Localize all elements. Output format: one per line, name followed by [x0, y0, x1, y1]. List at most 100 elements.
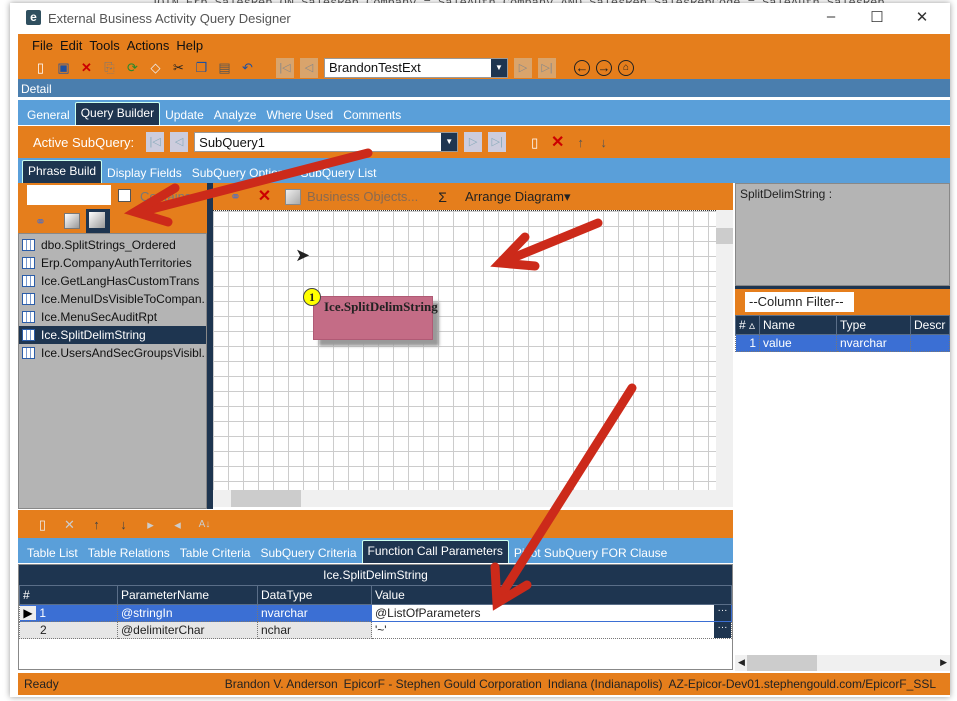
table-description-panel: SplitDelimString :: [735, 183, 950, 286]
list-item-selected[interactable]: Ice.SplitDelimString: [19, 326, 206, 344]
last-subquery-button[interactable]: ▷|: [488, 132, 507, 152]
list-item[interactable]: Ice.UsersAndSecGroupsVisibl...: [19, 344, 206, 362]
table-row[interactable]: 1 value nvarchar: [735, 334, 950, 352]
tab-subquery-criteria[interactable]: SubQuery Criteria: [255, 546, 361, 563]
refresh-icon[interactable]: ⟳: [124, 59, 141, 76]
prev-subquery-button[interactable]: ◁: [170, 132, 189, 152]
column-filter-input[interactable]: --Column Filter--: [745, 292, 854, 312]
list-item[interactable]: Ice.GetLangHasCustomTrans: [19, 272, 206, 290]
minimize-button[interactable]: –: [816, 8, 846, 28]
list-item[interactable]: Ice.MenuIDsVisibleToCompan...: [19, 290, 206, 308]
canvas-vertical-scrollbar[interactable]: [716, 210, 733, 490]
back-icon[interactable]: ←: [574, 59, 590, 76]
column-header-data-type[interactable]: DataType: [257, 585, 372, 605]
record-selector[interactable]: BrandonTestExt ▼: [324, 57, 508, 78]
clear-icon[interactable]: ◇: [147, 59, 164, 76]
tab-comments[interactable]: Comments: [338, 108, 406, 125]
contains-checkbox[interactable]: [118, 189, 131, 202]
new-subquery-icon[interactable]: ▯: [526, 134, 543, 151]
paste-icon[interactable]: ▤: [216, 59, 233, 76]
tab-phrase-build[interactable]: Phrase Build: [22, 160, 103, 183]
tab-table-criteria[interactable]: Table Criteria: [175, 546, 256, 563]
undo-icon[interactable]: ↶: [239, 59, 256, 76]
tab-table-list[interactable]: Table List: [22, 546, 83, 563]
forward-icon[interactable]: →: [596, 59, 612, 76]
close-button[interactable]: ✕: [907, 8, 937, 28]
column-header-num[interactable]: # ▵: [735, 315, 760, 335]
column-header-type[interactable]: Type: [836, 315, 911, 335]
tab-subquery-list[interactable]: SubQuery List: [295, 166, 381, 183]
tab-display-fields[interactable]: Display Fields: [102, 166, 187, 183]
list-item[interactable]: Erp.CompanyAuthTerritories: [19, 254, 206, 272]
first-subquery-button[interactable]: |◁: [146, 132, 165, 152]
tab-update[interactable]: Update: [160, 108, 209, 125]
menu-actions[interactable]: Actions: [127, 38, 170, 53]
tab-table-relations[interactable]: Table Relations: [83, 546, 175, 563]
attach-icon[interactable]: ⎘: [101, 59, 118, 76]
new-icon[interactable]: ▯: [34, 516, 51, 533]
move-up-icon[interactable]: ↑: [572, 134, 589, 151]
menu-help[interactable]: Help: [176, 38, 203, 53]
delete-subquery-icon[interactable]: ✕: [549, 134, 566, 151]
table-row[interactable]: 2 @delimiterChar nchar '~' ···: [19, 621, 732, 639]
tab-pivot-subquery-for-clause[interactable]: Pivot SubQuery FOR Clause: [509, 546, 672, 563]
link-icon[interactable]: ⚭: [227, 188, 244, 205]
ellipsis-button[interactable]: ···: [714, 605, 731, 621]
move-up-icon[interactable]: ↑: [88, 516, 105, 533]
next-subquery-button[interactable]: ▷: [464, 132, 483, 152]
home-icon[interactable]: ⌂: [618, 59, 634, 76]
sigma-icon[interactable]: Σ: [438, 189, 447, 205]
menu-file[interactable]: File: [32, 38, 53, 53]
table-row[interactable]: ▶ 1 @stringIn nvarchar @ListOfParameters ···: [19, 604, 732, 622]
table-search-input[interactable]: [27, 185, 111, 205]
column-header-num[interactable]: #: [19, 585, 118, 605]
tab-where-used[interactable]: Where Used: [261, 108, 338, 125]
tab-function-call-parameters[interactable]: Function Call Parameters: [361, 540, 509, 563]
menu-edit[interactable]: Edit: [60, 38, 82, 53]
sort-icon[interactable]: A↓: [196, 516, 213, 533]
view-option-icon[interactable]: [64, 213, 80, 229]
tab-general[interactable]: General: [22, 108, 75, 125]
indent-icon[interactable]: ▸: [142, 516, 159, 533]
delete-icon[interactable]: ✕: [61, 516, 78, 533]
tab-analyze[interactable]: Analyze: [209, 108, 262, 125]
column-header-description[interactable]: Descr: [910, 315, 950, 335]
columns-horizontal-scrollbar[interactable]: ◀ ▶: [735, 655, 950, 671]
chevron-down-icon[interactable]: ▼: [441, 133, 458, 151]
canvas-horizontal-scrollbar[interactable]: [213, 490, 733, 507]
delete-icon[interactable]: ✕: [256, 188, 273, 205]
tab-subquery-options[interactable]: SubQuery Options: [187, 166, 296, 183]
diagram-canvas[interactable]: ➤ Ice.SplitDelimString 1: [213, 210, 716, 490]
new-icon[interactable]: ▯: [32, 59, 49, 76]
next-record-button[interactable]: ▷: [514, 57, 532, 78]
list-item[interactable]: dbo.SplitStrings_Ordered: [19, 236, 206, 254]
view-option-selected-icon[interactable]: [86, 209, 110, 233]
list-item[interactable]: Ice.MenuSecAuditRpt: [19, 308, 206, 326]
copy-icon[interactable]: ❐: [193, 59, 210, 76]
mouse-cursor-icon: ➤: [295, 245, 311, 265]
link-icon[interactable]: ⚭: [32, 213, 49, 230]
arrange-diagram-button[interactable]: Arrange Diagram▾: [465, 189, 571, 205]
prev-record-button[interactable]: ◁: [300, 57, 318, 78]
menu-tools[interactable]: Tools: [89, 38, 119, 53]
move-down-icon[interactable]: ↓: [115, 516, 132, 533]
delete-icon[interactable]: ✕: [78, 59, 95, 76]
value-input[interactable]: '~': [375, 623, 387, 637]
first-record-button[interactable]: |◁: [276, 57, 294, 78]
outdent-icon[interactable]: ◂: [169, 516, 186, 533]
column-header-parameter-name[interactable]: ParameterName: [117, 585, 258, 605]
last-record-button[interactable]: ▷|: [538, 57, 556, 78]
subquery-selector[interactable]: SubQuery1 ▼: [194, 132, 459, 152]
maximize-button[interactable]: ☐: [862, 8, 892, 28]
column-header-value[interactable]: Value: [371, 585, 732, 605]
move-down-icon[interactable]: ↓: [595, 134, 612, 151]
chevron-down-icon[interactable]: ▼: [491, 58, 507, 77]
save-icon[interactable]: ▣: [55, 59, 72, 76]
diagram-node[interactable]: Ice.SplitDelimString: [313, 296, 438, 340]
tab-query-builder[interactable]: Query Builder: [74, 102, 161, 125]
business-objects-button[interactable]: Business Objects...: [307, 189, 418, 204]
value-input[interactable]: @ListOfParameters: [375, 606, 481, 620]
ellipsis-button[interactable]: ···: [714, 622, 731, 638]
cut-icon[interactable]: ✂: [170, 59, 187, 76]
column-header-name[interactable]: Name: [759, 315, 837, 335]
